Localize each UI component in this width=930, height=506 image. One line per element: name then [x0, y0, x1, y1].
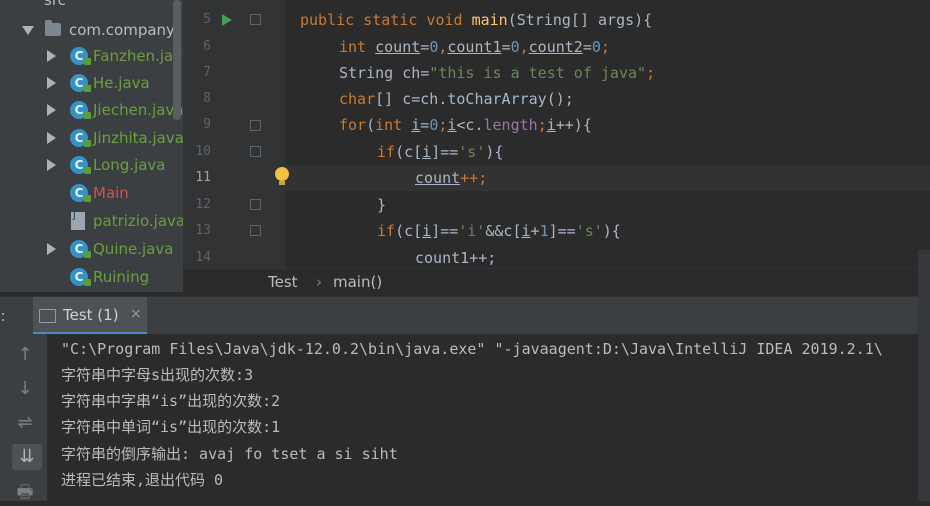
close-icon[interactable]: ×: [130, 306, 142, 322]
line-number: 9: [203, 117, 211, 132]
file-label: Long.java: [93, 156, 166, 174]
tree-file-quine[interactable]: C Quine.java: [45, 236, 183, 262]
java-file-icon: J: [71, 211, 85, 230]
fold-icon[interactable]: [250, 225, 261, 236]
fold-icon[interactable]: [250, 120, 261, 131]
chevron-right-icon[interactable]: [47, 104, 56, 116]
file-label: Jinzhita.java: [93, 129, 183, 147]
file-label: Jiechen.java: [93, 101, 183, 119]
line-number: 8: [203, 91, 211, 106]
line-number: 6: [203, 39, 211, 54]
console-line: 字符串中字串“is”出现的次数:2: [61, 392, 281, 410]
current-line-highlight: [285, 165, 930, 191]
java-class-icon: C: [70, 184, 91, 202]
console-line: 字符串中单词“is”出现的次数:1: [61, 418, 281, 436]
breadcrumb-class[interactable]: Test: [268, 273, 298, 291]
code-line-12: }: [377, 196, 387, 214]
code-line-10: if(c[i]=='s'){: [377, 143, 504, 161]
tab-run-test[interactable]: Test (1) ×: [33, 297, 147, 335]
line-number: 10: [195, 144, 211, 159]
file-label: Fanzhen.java: [93, 47, 183, 65]
tree-file-patrizio[interactable]: J patrizio.java: [45, 208, 183, 234]
console-line: 进程已结束,退出代码 0: [61, 471, 224, 489]
tree-scrollbar[interactable]: [173, 0, 181, 120]
tree-file-long[interactable]: C Long.java: [45, 152, 183, 178]
chevron-right-icon[interactable]: [47, 132, 56, 144]
scroll-to-end-icon[interactable]: ⇊: [12, 444, 42, 470]
console-line: "C:\Program Files\Java\jdk-12.0.2\bin\ja…: [61, 340, 883, 358]
tree-file-main[interactable]: C Main: [45, 180, 183, 206]
fold-icon[interactable]: [250, 146, 261, 157]
java-class-icon: C: [70, 129, 91, 147]
tree-package-com-company[interactable]: com.company: [22, 17, 182, 43]
java-class-icon: C: [70, 156, 91, 174]
breadcrumb-method[interactable]: main(): [333, 273, 382, 291]
project-tree: src com.company C Fanzhen.java C He.java…: [0, 0, 183, 292]
code-line-7: String ch="this is a test of java";: [339, 64, 656, 82]
line-number: 12: [195, 197, 211, 212]
lightbulb-icon[interactable]: [275, 167, 289, 185]
code-line-11: count++;: [415, 169, 488, 187]
java-class-icon: C: [70, 47, 91, 65]
console-line: 字符串中字母s出现的次数:3: [61, 366, 254, 384]
breadcrumb: Test › main(): [183, 268, 930, 297]
line-number: 11: [195, 170, 211, 185]
tree-file-jiechen[interactable]: C Jiechen.java: [45, 97, 183, 123]
code-line-9: for(int i=0;i<c.length;i++){: [339, 116, 592, 134]
tree-file-ruining[interactable]: C Ruining: [45, 264, 183, 290]
fold-icon[interactable]: [250, 14, 261, 25]
package-label: com.company: [69, 21, 175, 39]
file-label: Ruining: [93, 268, 150, 286]
soft-wrap-icon[interactable]: ⇌: [10, 410, 40, 436]
run-panel-header: n: Test (1) ×: [0, 296, 930, 335]
code-line-13: if(c[i]=='i'&&c[i+1]=='s'){: [377, 222, 621, 240]
print-icon[interactable]: 🖶: [10, 480, 40, 506]
breadcrumb-separator: ›: [316, 273, 322, 291]
tree-file-he[interactable]: C He.java: [45, 70, 183, 96]
console-icon: [39, 309, 56, 323]
chevron-right-icon[interactable]: [47, 77, 56, 89]
chevron-right-icon[interactable]: [47, 159, 56, 171]
file-label: patrizio.java: [93, 212, 183, 230]
run-panel-label: n:: [0, 307, 6, 325]
up-arrow-icon[interactable]: ↑: [10, 342, 40, 368]
folder-label: src: [44, 0, 66, 9]
tab-label: Test (1): [63, 306, 119, 324]
line-number: 7: [203, 65, 211, 80]
file-label: Quine.java: [93, 240, 174, 258]
file-label: He.java: [93, 74, 150, 92]
code-line-8: char[] c=ch.toCharArray();: [339, 90, 574, 108]
package-icon: [45, 20, 61, 36]
line-number: 13: [195, 223, 211, 238]
chevron-right-icon[interactable]: [47, 243, 56, 255]
code-line-6: int count=0,count1=0,count2=0;: [339, 38, 610, 56]
chevron-right-icon[interactable]: [47, 50, 56, 62]
file-label: Main: [93, 184, 129, 202]
tree-file-fanzhen[interactable]: C Fanzhen.java: [45, 43, 183, 69]
window-edge: [918, 250, 930, 501]
tree-file-jinzhita[interactable]: C Jinzhita.java: [45, 125, 183, 151]
fold-icon[interactable]: [250, 199, 261, 210]
line-number: 5: [203, 12, 211, 27]
console-line: 字符串的倒序输出: avaj fo tset a si siht: [61, 445, 398, 463]
java-class-icon: C: [70, 240, 91, 258]
run-toolbar: ↑ ↓ ⇌ ⇊ 🖶: [0, 334, 47, 503]
java-class-icon: C: [70, 268, 91, 286]
code-line-5: public static void main(String[] args){: [300, 11, 653, 29]
down-arrow-icon[interactable]: ↓: [10, 376, 40, 402]
java-class-icon: C: [70, 74, 91, 92]
chevron-down-icon[interactable]: [22, 26, 34, 35]
java-class-icon: C: [70, 101, 91, 119]
run-main-icon[interactable]: [222, 14, 232, 26]
